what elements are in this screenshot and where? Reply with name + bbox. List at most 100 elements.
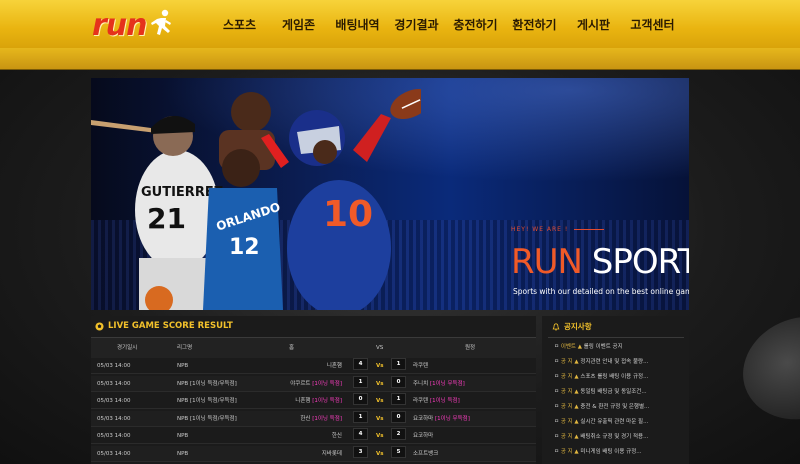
- row-home-team: 한신: [331, 433, 342, 439]
- notice-tag: 공 지 ▲: [560, 374, 579, 380]
- row-home-score: 1: [353, 410, 368, 423]
- row-away-team: 요코하마: [413, 433, 434, 439]
- nav-withdraw[interactable]: 환전하기: [505, 16, 564, 33]
- notice-item[interactable]: ㅁ 공 지 ▲ 실시간 유출픽 관련 마운 필...: [554, 417, 684, 425]
- notice-tag: 이벤트 ▲: [560, 344, 582, 350]
- notice-item[interactable]: ㅁ 공 지 ▲ 스포츠 롤링 배팅 이용 규정...: [554, 372, 684, 380]
- notice-tag: 공 지 ▲: [560, 389, 579, 395]
- row-vs: Vs: [376, 433, 384, 439]
- row-league: NPB: [177, 450, 189, 457]
- live-score-panel: LIVE GAME SCORE RESULT 경기일시 리그명 홈 VS 원정 …: [91, 316, 536, 464]
- nav-support[interactable]: 고객센터: [623, 16, 682, 33]
- live-score-title-text: LIVE GAME SCORE RESULT: [108, 321, 233, 331]
- row-time: 05/03 14:00: [97, 450, 131, 457]
- runner-icon: [150, 9, 171, 35]
- score-row[interactable]: 05/03 14:00 NPB 니혼햄 4 Vs 1 라쿠텐: [91, 358, 536, 374]
- row-home-team: 니혼햄: [295, 398, 311, 404]
- row-league: NPB [1이닝 득점/무득점]: [177, 398, 237, 404]
- notice-text: 스포츠 롤링 배팅 이용 규정...: [580, 374, 649, 380]
- row-time: 05/03 14:00: [97, 398, 131, 404]
- header-bar: run 스포츠 게임존 배팅내역 경기결과 충전하기 환전하기 게시판 고객센터: [0, 0, 800, 48]
- notice-item[interactable]: ㅁ 공 지 ▲ 동일팀 배팅금 및 동일조건...: [554, 387, 684, 395]
- row-time: 05/03 14:00: [97, 380, 131, 387]
- row-league: NPB: [177, 363, 189, 369]
- banner-tagline: Sports with our detailed on the best onl…: [513, 287, 689, 296]
- nav-board[interactable]: 게시판: [564, 16, 623, 33]
- row-home-score: 0: [353, 393, 368, 405]
- notice-tag: 공 지 ▲: [560, 449, 579, 455]
- row-home: 한신: [332, 428, 342, 444]
- row-away: 라쿠텐: [413, 358, 428, 374]
- svg-text:12: 12: [229, 235, 260, 260]
- row-league: NPB [1이닝 득점/무득점]: [177, 380, 237, 387]
- row-vs: Vs: [376, 380, 384, 387]
- notice-panel: 공지사항 ㅁ 이벤트 ▲ 롤링 이벤트 공지 ㅁ 공 지 ▲ 정지관련 안내 및 …: [542, 316, 689, 464]
- col-time: 경기일시: [117, 345, 138, 351]
- row-home: 한신 [1이닝 득점]: [300, 411, 342, 427]
- svg-text:21: 21: [147, 202, 186, 235]
- notice-title: 공지사항: [552, 321, 592, 332]
- row-away-score: 5: [391, 445, 406, 458]
- row-vs: Vs: [376, 398, 384, 404]
- row-away-team: 주니치: [413, 380, 429, 387]
- row-home: 니혼햄: [327, 358, 342, 374]
- soccer-ball-icon: [95, 321, 104, 331]
- row-away-team: 소프트뱅크: [413, 450, 439, 457]
- score-row[interactable]: 05/03 14:00 NPB [1이닝 득점/무득점] 야쿠르트 [1이닝 득점]…: [91, 375, 536, 392]
- row-home-score: 3: [353, 445, 368, 458]
- row-away: 주니치 [1이닝 무득점]: [413, 376, 465, 392]
- nav-gamezone[interactable]: 게임존: [269, 16, 328, 33]
- notice-text: 정지관련 안내 및 접속 불량...: [580, 359, 649, 365]
- row-away: 요코하마: [413, 428, 433, 444]
- row-vs: Vs: [376, 363, 384, 369]
- row-time: 05/03 14:00: [97, 433, 131, 439]
- row-home-team: 야쿠르트: [290, 380, 311, 387]
- brand-title: RUN SPORTS: [511, 242, 689, 282]
- nav-sports[interactable]: 스포츠: [210, 16, 269, 33]
- score-row[interactable]: 05/03 14:00 NPB 지바롯데 3 Vs 5 소프트뱅크: [91, 445, 536, 462]
- col-away: 원정: [465, 345, 476, 351]
- row-home-tag: [1이닝 득점]: [312, 380, 342, 387]
- row-home-team: 지바롯데: [321, 450, 342, 457]
- row-away-score: 1: [391, 358, 406, 370]
- notice-item[interactable]: ㅁ 이벤트 ▲ 롤링 이벤트 공지: [554, 342, 684, 350]
- brand-run: RUN: [511, 242, 583, 282]
- score-row[interactable]: 05/03 14:00 NPB [1이닝 득점/무득점] 니혼햄 [1이닝 득점] 0…: [91, 393, 536, 409]
- row-home-tag: [1이닝 득점]: [312, 398, 342, 404]
- nav-results[interactable]: 경기결과: [387, 16, 446, 33]
- notice-text: 실시간 유출픽 관련 마운 필...: [580, 419, 649, 425]
- hero-banner[interactable]: GUTIERREZ 21 ORLANDO 12 10 HEY! WE ARE !…: [91, 78, 689, 310]
- row-away-tag: [1이닝 무득점]: [435, 415, 470, 422]
- hey-text: HEY! WE ARE !: [511, 226, 569, 233]
- score-row[interactable]: 05/03 14:00 NPB 한신 4 Vs 2 요코하마: [91, 428, 536, 444]
- row-league: NPB: [177, 433, 189, 439]
- row-vs: Vs: [376, 450, 384, 457]
- notice-tag: 공 지 ▲: [560, 419, 579, 425]
- score-row[interactable]: 05/03 14:00 NPB [1이닝 득점/무득점] 한신 [1이닝 득점] 1 V…: [91, 410, 536, 427]
- nav-bet-history[interactable]: 배팅내역: [328, 16, 387, 33]
- notice-text: 미니게임 배팅 이용 규정...: [580, 449, 642, 455]
- row-away-score: 0: [391, 375, 406, 388]
- row-away-team: 라쿠텐: [413, 363, 429, 369]
- notice-item[interactable]: ㅁ 공 지 ▲ 충전 & 환전 규정 및 은행별...: [554, 402, 684, 410]
- divider: [548, 337, 684, 338]
- notice-item[interactable]: ㅁ 공 지 ▲ 배팅취소 규정 및 경기 적용...: [554, 432, 684, 440]
- notice-tag: 공 지 ▲: [560, 359, 579, 365]
- row-home-team: 한신: [300, 415, 311, 422]
- notice-item[interactable]: ㅁ 공 지 ▲ 미니게임 배팅 이용 규정...: [554, 447, 684, 455]
- row-home: 야쿠르트 [1이닝 득점]: [290, 376, 342, 392]
- nav-deposit[interactable]: 충전하기: [446, 16, 505, 33]
- logo[interactable]: run: [92, 8, 182, 43]
- notice-text: 롤링 이벤트 공지: [583, 344, 623, 350]
- hey-label: HEY! WE ARE !: [511, 226, 605, 233]
- notice-item[interactable]: ㅁ 공 지 ▲ 정지관련 안내 및 접속 불량...: [554, 357, 684, 365]
- bell-icon: [552, 322, 560, 331]
- row-time: 05/03 14:00: [97, 363, 131, 369]
- score-table-header: 경기일시 리그명 홈 VS 원정: [91, 338, 536, 358]
- notice-text: 배팅취소 규정 및 경기 적용...: [580, 434, 649, 440]
- svg-text:10: 10: [323, 194, 373, 235]
- row-away-score: 0: [391, 410, 406, 423]
- row-home: 니혼햄 [1이닝 득점]: [295, 393, 342, 409]
- col-home: 홈: [289, 345, 295, 351]
- live-score-title: LIVE GAME SCORE RESULT: [95, 321, 233, 331]
